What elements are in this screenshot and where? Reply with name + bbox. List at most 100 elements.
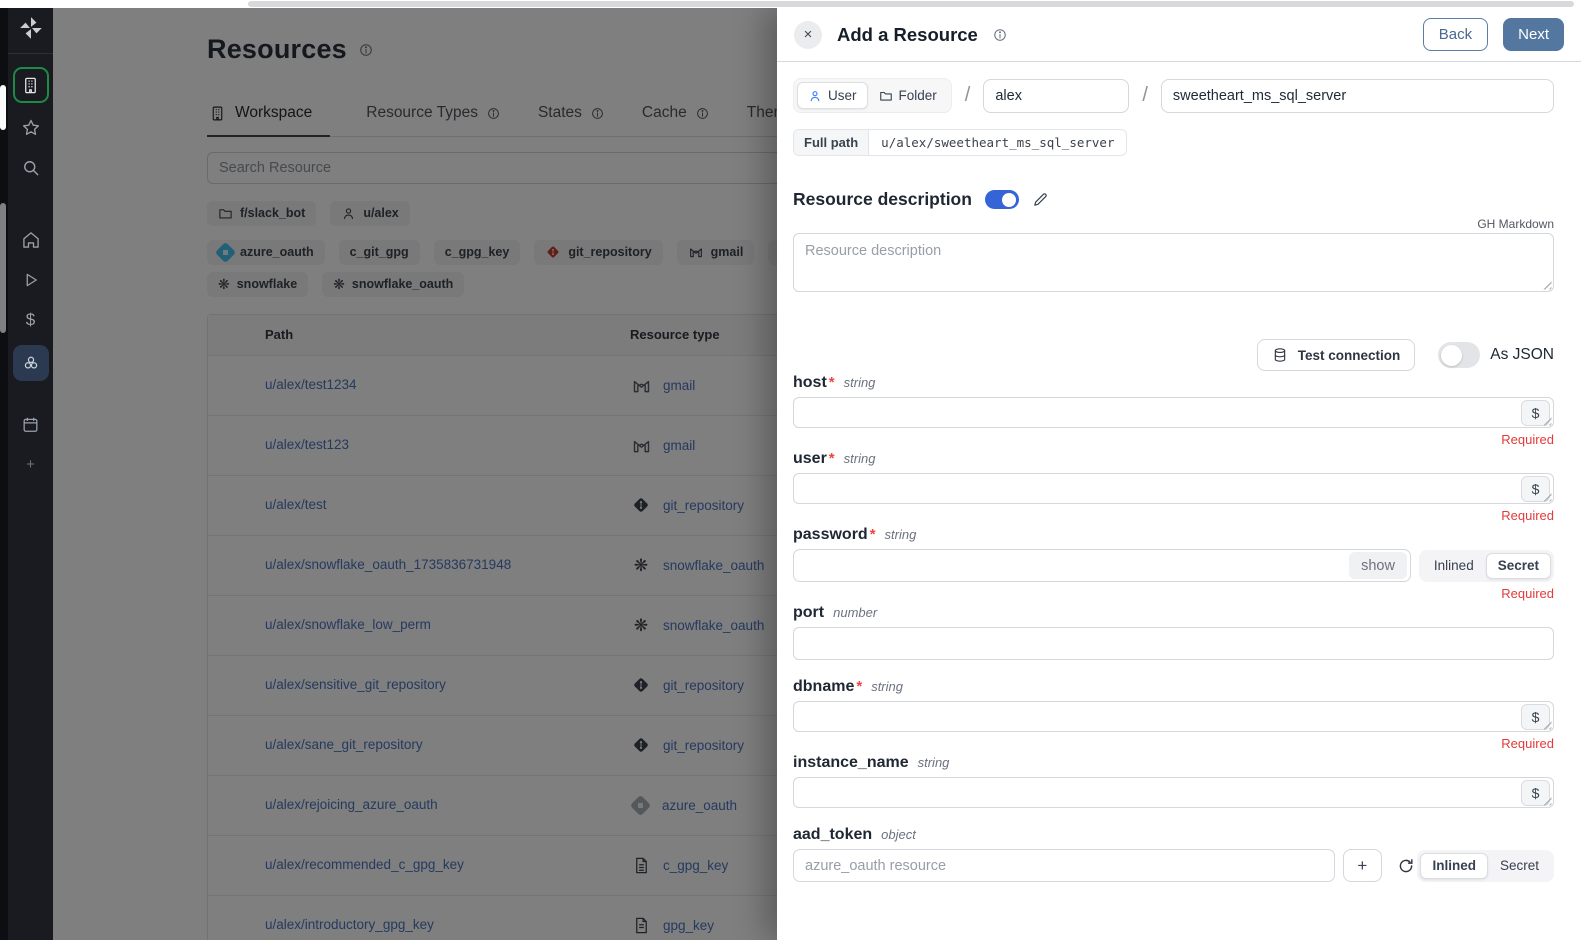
field-instance-name: instance_name string $ bbox=[793, 754, 1554, 808]
variables-dollar-icon[interactable]: $ bbox=[13, 305, 49, 335]
kind-option-user[interactable]: User bbox=[797, 82, 868, 109]
full-path-display: Full path u/alex/sweetheart_ms_sql_serve… bbox=[793, 129, 1127, 156]
path-separator: / bbox=[1142, 84, 1148, 107]
field-name: host bbox=[793, 374, 827, 392]
host-input[interactable] bbox=[793, 397, 1554, 428]
add-resource-plus-button[interactable]: + bbox=[1343, 849, 1382, 882]
close-icon[interactable]: × bbox=[794, 21, 822, 49]
instance-name-input[interactable] bbox=[793, 777, 1554, 808]
owner-kind-toggle: User Folder bbox=[793, 78, 952, 113]
add-resource-drawer: × Add a Resource Back Next User Folder / bbox=[777, 8, 1581, 940]
required-star: * bbox=[870, 526, 876, 543]
field-type: string bbox=[844, 451, 876, 466]
field-type: string bbox=[918, 755, 950, 770]
aad-token-storage-toggle: Inlined Secret bbox=[1417, 850, 1554, 882]
field-name: aad_token bbox=[793, 826, 872, 844]
field-password: password* string show Inlined Secret Req… bbox=[793, 526, 1554, 601]
search-icon[interactable] bbox=[13, 153, 49, 183]
field-name: user bbox=[793, 450, 827, 468]
field-host: host* string $ Required bbox=[793, 374, 1554, 447]
path-separator: / bbox=[965, 84, 971, 107]
workspace-switcher-icon[interactable] bbox=[13, 67, 49, 103]
drawer-title-info-icon[interactable] bbox=[993, 28, 1007, 42]
field-user: user* string $ Required bbox=[793, 450, 1554, 523]
field-port: port number bbox=[793, 604, 1554, 660]
required-star: * bbox=[829, 450, 835, 467]
inlined-option[interactable]: Inlined bbox=[1420, 853, 1488, 879]
database-icon bbox=[1272, 347, 1288, 363]
field-type: string bbox=[844, 375, 876, 390]
variable-picker-button[interactable]: $ bbox=[1521, 780, 1550, 806]
dbname-input[interactable] bbox=[793, 701, 1554, 732]
markdown-hint: GH Markdown bbox=[793, 217, 1554, 231]
next-button[interactable]: Next bbox=[1503, 18, 1564, 51]
secret-option[interactable]: Secret bbox=[1488, 853, 1551, 879]
field-type: object bbox=[881, 827, 916, 842]
field-dbname: dbname* string $ Required bbox=[793, 678, 1554, 751]
field-type: number bbox=[833, 605, 877, 620]
variable-picker-button[interactable]: $ bbox=[1521, 476, 1550, 502]
owner-input[interactable] bbox=[983, 79, 1129, 113]
field-name: password bbox=[793, 526, 868, 544]
schedules-calendar-icon[interactable] bbox=[13, 409, 49, 439]
required-star: * bbox=[829, 374, 835, 391]
aad-token-resource-input[interactable] bbox=[793, 849, 1335, 882]
drawer-title: Add a Resource bbox=[837, 24, 978, 46]
port-input[interactable] bbox=[793, 627, 1554, 660]
edit-pencil-icon[interactable] bbox=[1032, 191, 1049, 208]
show-password-button[interactable]: show bbox=[1349, 552, 1407, 579]
form-action-row: Test connection As JSON bbox=[793, 339, 1554, 371]
resource-name-input[interactable] bbox=[1161, 79, 1554, 113]
field-name: port bbox=[793, 604, 824, 622]
windmill-logo-icon[interactable] bbox=[18, 13, 44, 43]
favorites-star-icon[interactable] bbox=[13, 113, 49, 143]
kind-option-label: User bbox=[828, 88, 857, 103]
full-path-label: Full path bbox=[794, 130, 868, 155]
rail-scrollbar-track[interactable] bbox=[0, 203, 6, 333]
drawer-header: × Add a Resource Back Next bbox=[777, 8, 1581, 62]
top-scroll-strip bbox=[0, 0, 1581, 8]
password-input[interactable] bbox=[793, 549, 1411, 582]
description-textarea[interactable] bbox=[793, 233, 1554, 292]
resources-icon[interactable] bbox=[13, 345, 49, 381]
drawer-body: User Folder / / Full path u/alex/sweethe… bbox=[777, 62, 1581, 882]
required-star: * bbox=[856, 678, 862, 695]
required-hint: Required bbox=[793, 508, 1554, 523]
app-sidebar: $ + bbox=[8, 0, 53, 940]
required-hint: Required bbox=[793, 432, 1554, 447]
horizontal-scrollbar[interactable] bbox=[248, 1, 1574, 7]
description-heading: Resource description bbox=[793, 189, 972, 210]
as-json-control: As JSON bbox=[1438, 342, 1554, 368]
field-name: dbname bbox=[793, 678, 854, 696]
required-hint: Required bbox=[793, 736, 1554, 751]
field-type: string bbox=[885, 527, 917, 542]
field-type: string bbox=[871, 679, 903, 694]
home-icon[interactable] bbox=[13, 225, 49, 255]
sidebar-divider bbox=[8, 53, 53, 54]
variable-picker-button[interactable]: $ bbox=[1521, 704, 1550, 730]
field-aad-token: aad_token object + Inlined Secret bbox=[793, 826, 1554, 882]
refresh-icon[interactable] bbox=[1394, 854, 1417, 878]
description-toggle[interactable] bbox=[985, 190, 1019, 209]
rail-scrollbar-thumb[interactable] bbox=[0, 85, 6, 130]
sidebar-add-plus-icon[interactable]: + bbox=[13, 449, 49, 479]
test-connection-label: Test connection bbox=[1298, 348, 1401, 363]
back-button[interactable]: Back bbox=[1423, 18, 1488, 51]
kind-option-folder[interactable]: Folder bbox=[868, 82, 948, 109]
resource-path-builder: User Folder / / bbox=[793, 78, 1554, 113]
runs-play-icon[interactable] bbox=[13, 265, 49, 295]
full-path-value: u/alex/sweetheart_ms_sql_server bbox=[868, 130, 1126, 155]
password-storage-toggle: Inlined Secret bbox=[1419, 550, 1554, 582]
test-connection-button[interactable]: Test connection bbox=[1257, 339, 1416, 371]
secret-option[interactable]: Secret bbox=[1486, 553, 1551, 579]
description-header: Resource description bbox=[793, 189, 1554, 210]
as-json-toggle[interactable] bbox=[1438, 342, 1480, 368]
user-input[interactable] bbox=[793, 473, 1554, 504]
left-scroll-rail bbox=[0, 0, 8, 940]
kind-option-label: Folder bbox=[899, 88, 937, 103]
required-hint: Required bbox=[793, 586, 1554, 601]
inlined-option[interactable]: Inlined bbox=[1422, 553, 1486, 579]
field-name: instance_name bbox=[793, 754, 909, 772]
variable-picker-button[interactable]: $ bbox=[1521, 400, 1550, 426]
as-json-label: As JSON bbox=[1490, 346, 1554, 364]
